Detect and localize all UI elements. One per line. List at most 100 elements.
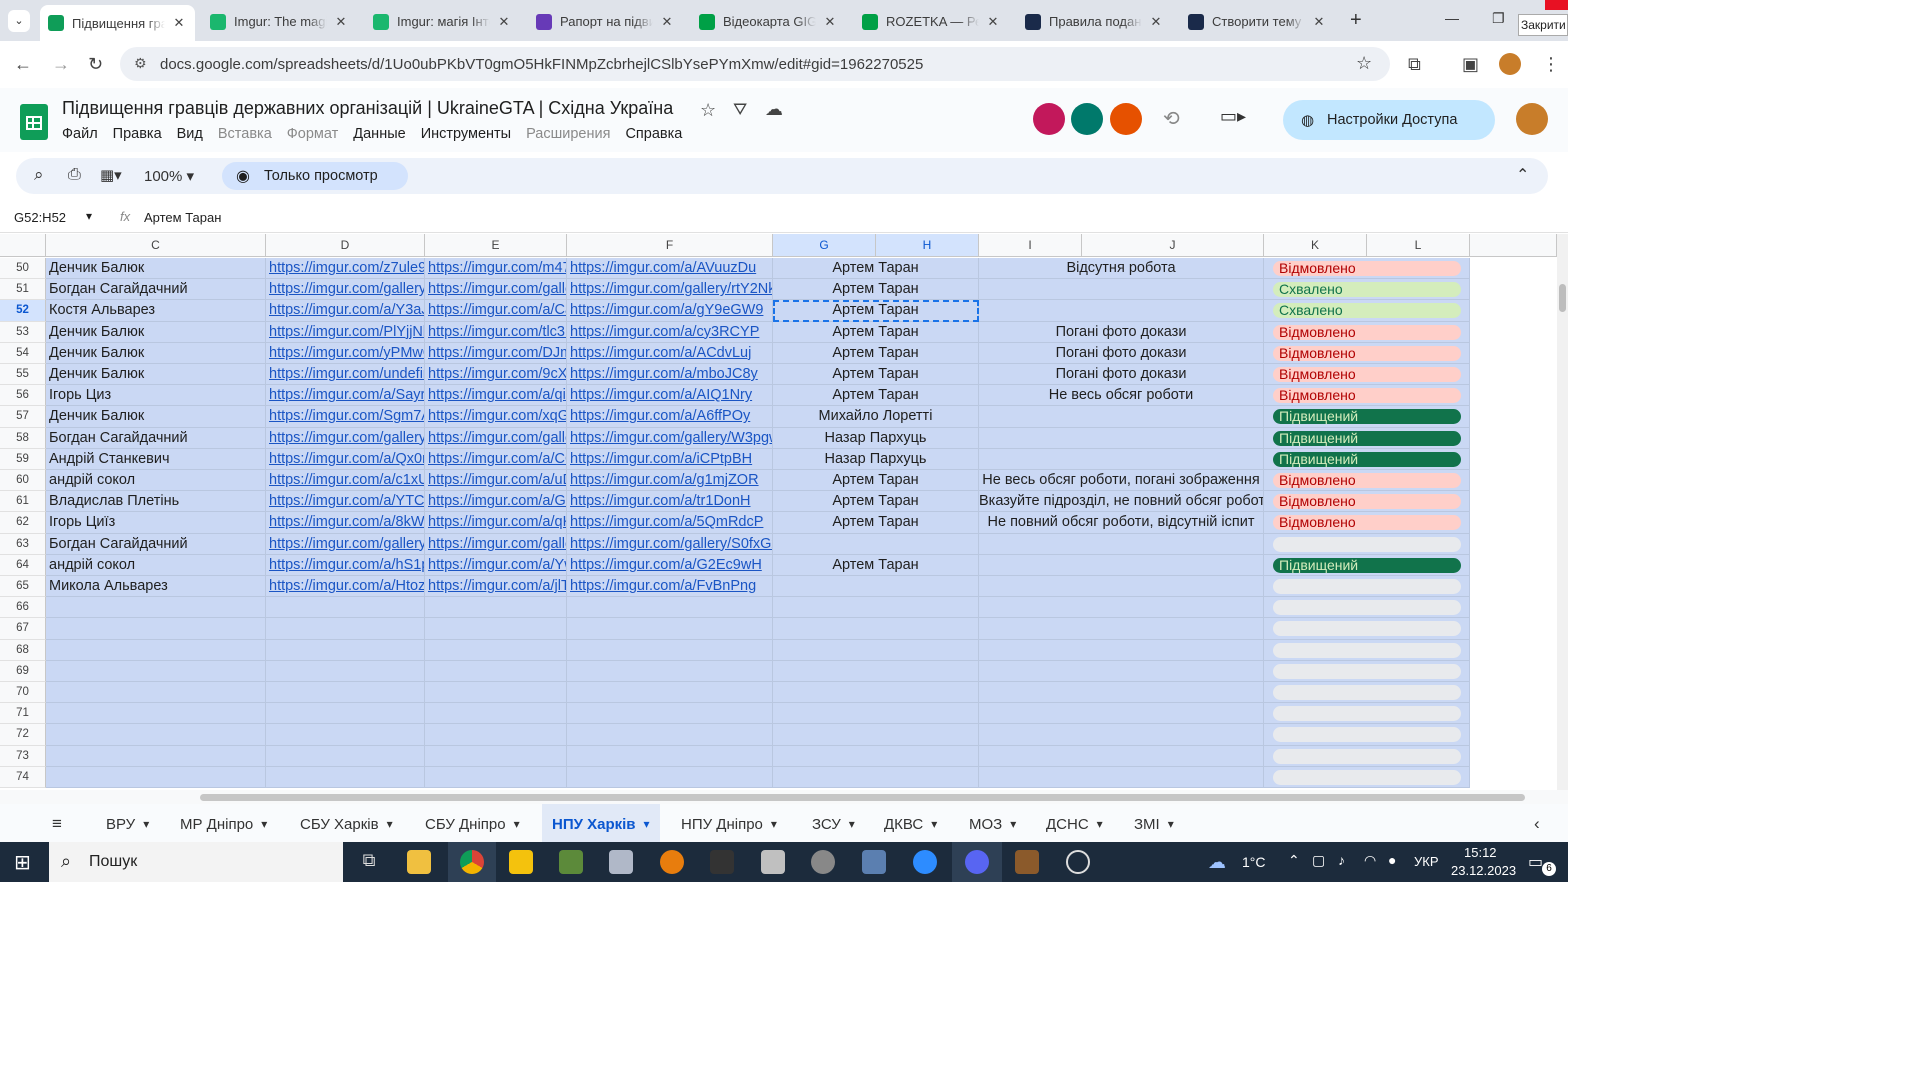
name-box[interactable]: G52:H52 — [14, 210, 66, 225]
status-chip[interactable] — [1273, 536, 1461, 552]
row-header[interactable]: 59 — [0, 448, 46, 470]
link-cell-e[interactable]: https://imgur.com/tlc3E — [425, 321, 567, 343]
menu-item[interactable]: Справка — [625, 126, 682, 142]
link-cell-e[interactable]: https://imgur.com/a/CC — [425, 448, 567, 470]
column-header-f[interactable]: F — [567, 234, 773, 257]
link-cell-e[interactable]: https://imgur.com/galle — [425, 427, 567, 449]
extensions-icon[interactable]: ⧉ — [1408, 54, 1421, 75]
sheet-tab-dropdown-icon[interactable]: ▾ — [261, 817, 267, 831]
row-header[interactable]: 54 — [0, 342, 46, 364]
sheet-tab[interactable]: ЗСУ ▾ — [802, 804, 865, 844]
row-header[interactable]: 71 — [0, 703, 46, 725]
column-header-k[interactable]: K — [1264, 234, 1367, 257]
link-cell-e[interactable] — [425, 766, 567, 788]
link-cell-d[interactable]: https://imgur.com/gallery/l — [266, 279, 425, 301]
link-cell-e[interactable]: https://imgur.com/9cXh — [425, 364, 567, 386]
link-cell-d[interactable] — [266, 597, 425, 619]
clock-date[interactable]: 23.12.2023 — [1451, 863, 1516, 878]
name-cell[interactable] — [46, 660, 266, 682]
link-cell-e[interactable]: https://imgur.com/a/jlTZ — [425, 576, 567, 598]
link-cell-f[interactable]: https://imgur.com/gallery/rtY2NkU — [567, 279, 773, 301]
link-cell-e[interactable]: https://imgur.com/m47t — [425, 258, 567, 280]
link-cell-d[interactable]: https://imgur.com/a/Qx0rF — [266, 448, 425, 470]
tab-close-icon[interactable]: ✕ — [171, 15, 187, 31]
sheet-tab[interactable]: ДКВС ▾ — [874, 804, 947, 844]
link-cell-e[interactable] — [425, 703, 567, 725]
status-chip[interactable]: Відмовлено — [1273, 388, 1461, 404]
link-cell-f[interactable]: https://imgur.com/a/AVuuzDu — [567, 258, 773, 280]
sheet-tab-dropdown-icon[interactable]: ▾ — [387, 817, 393, 831]
app-icon-photo[interactable] — [761, 850, 785, 874]
side-panel-icon[interactable]: ▣ — [1462, 54, 1479, 75]
link-cell-f[interactable]: https://imgur.com/gallery/S0fxGxJ — [567, 533, 773, 555]
comment-cell[interactable]: Не повний обсяг роботи, відсутній іспит — [979, 512, 1264, 534]
select-all-corner[interactable] — [0, 234, 46, 257]
reviewer-cell[interactable]: Назар Пархуць — [773, 427, 979, 449]
name-cell[interactable]: Денчик Балюк — [46, 258, 266, 280]
row-header[interactable]: 51 — [0, 279, 46, 301]
table-format-icon[interactable]: ▦▾ — [100, 166, 122, 184]
reviewer-cell[interactable]: Артем Таран — [773, 364, 979, 386]
status-chip[interactable]: Підвищений — [1273, 430, 1461, 446]
name-cell[interactable]: Костя Альварез — [46, 300, 266, 322]
tab-close-icon[interactable]: ✕ — [659, 14, 675, 30]
name-cell[interactable] — [46, 745, 266, 767]
column-header-l[interactable]: L — [1367, 234, 1470, 257]
meet-camera-icon[interactable]: ▭▸ — [1220, 106, 1246, 127]
windows-start-icon[interactable]: ⊞ — [14, 850, 31, 875]
browser-tab[interactable]: ROZETKA — Рез ✕ — [854, 6, 1009, 37]
comment-cell[interactable] — [979, 427, 1264, 449]
reviewer-cell[interactable] — [773, 597, 979, 619]
link-cell-f[interactable] — [567, 597, 773, 619]
vertical-scroll-thumb[interactable] — [1559, 284, 1566, 312]
tray-monitor-icon[interactable]: ▢ — [1312, 852, 1325, 869]
reviewer-cell[interactable]: Михайло Лоретті — [773, 406, 979, 428]
app-icon-yellow[interactable] — [509, 850, 533, 874]
reviewer-cell[interactable] — [773, 745, 979, 767]
keyboard-language[interactable]: УКР — [1414, 854, 1439, 869]
link-cell-d[interactable] — [266, 618, 425, 640]
link-cell-d[interactable]: https://imgur.com/z7ule9T — [266, 258, 425, 280]
account-avatar[interactable] — [1516, 103, 1548, 135]
link-cell-d[interactable]: https://imgur.com/a/YTCn — [266, 491, 425, 513]
row-header[interactable]: 68 — [0, 639, 46, 661]
link-cell-f[interactable]: https://imgur.com/a/gY9eGW9 — [567, 300, 773, 322]
sheet-tab[interactable]: МР Дніпро ▾ — [170, 804, 277, 844]
name-cell[interactable]: Ігорь Циїз — [46, 512, 266, 534]
formula-content[interactable]: Артем Таран — [144, 210, 221, 225]
app-icon-shield[interactable] — [811, 850, 835, 874]
link-cell-f[interactable]: https://imgur.com/a/iCPtpBH — [567, 448, 773, 470]
horizontal-scroll-thumb[interactable] — [200, 794, 1525, 801]
reviewer-cell[interactable]: Назар Пархуць — [773, 448, 979, 470]
restore-button[interactable]: ❐ — [1492, 10, 1505, 27]
browser-menu-icon[interactable]: ⋮ — [1542, 54, 1560, 75]
status-chip[interactable] — [1273, 769, 1461, 785]
link-cell-d[interactable]: https://imgur.com/a/hS1p — [266, 554, 425, 576]
row-header[interactable]: 56 — [0, 385, 46, 407]
comment-cell[interactable]: Не весь обсяг роботи — [979, 385, 1264, 407]
link-cell-f[interactable]: https://imgur.com/a/AIQ1Nry — [567, 385, 773, 407]
reviewer-cell[interactable]: Артем Таран — [773, 258, 979, 280]
name-cell[interactable]: Богдан Сагайдачний — [46, 533, 266, 555]
wifi-icon[interactable]: ◠ — [1364, 852, 1376, 869]
browser-tab[interactable]: Imgur: The magi ✕ — [202, 6, 357, 37]
name-cell[interactable] — [46, 724, 266, 746]
new-tab-button[interactable]: + — [1350, 9, 1362, 32]
reviewer-cell[interactable] — [773, 724, 979, 746]
name-cell[interactable] — [46, 597, 266, 619]
collaborator-avatar-3[interactable] — [1110, 103, 1142, 135]
row-header[interactable]: 62 — [0, 512, 46, 534]
link-cell-e[interactable] — [425, 745, 567, 767]
comment-cell[interactable] — [979, 533, 1264, 555]
link-cell-f[interactable]: https://imgur.com/a/G2Ec9wH — [567, 554, 773, 576]
reviewer-cell[interactable]: Артем Таран — [773, 385, 979, 407]
file-explorer-icon[interactable] — [407, 850, 431, 874]
reviewer-cell[interactable]: Артем Таран — [773, 491, 979, 513]
comment-cell[interactable] — [979, 745, 1264, 767]
column-header-d[interactable]: D — [266, 234, 425, 257]
sheet-tab[interactable]: ДСНС ▾ — [1036, 804, 1113, 844]
sheet-tab[interactable]: МОЗ ▾ — [959, 804, 1026, 844]
reviewer-cell[interactable] — [773, 766, 979, 788]
weather-cloud-icon[interactable]: ☁ — [1208, 852, 1226, 873]
name-box-dropdown-icon[interactable]: ▾ — [86, 209, 92, 223]
